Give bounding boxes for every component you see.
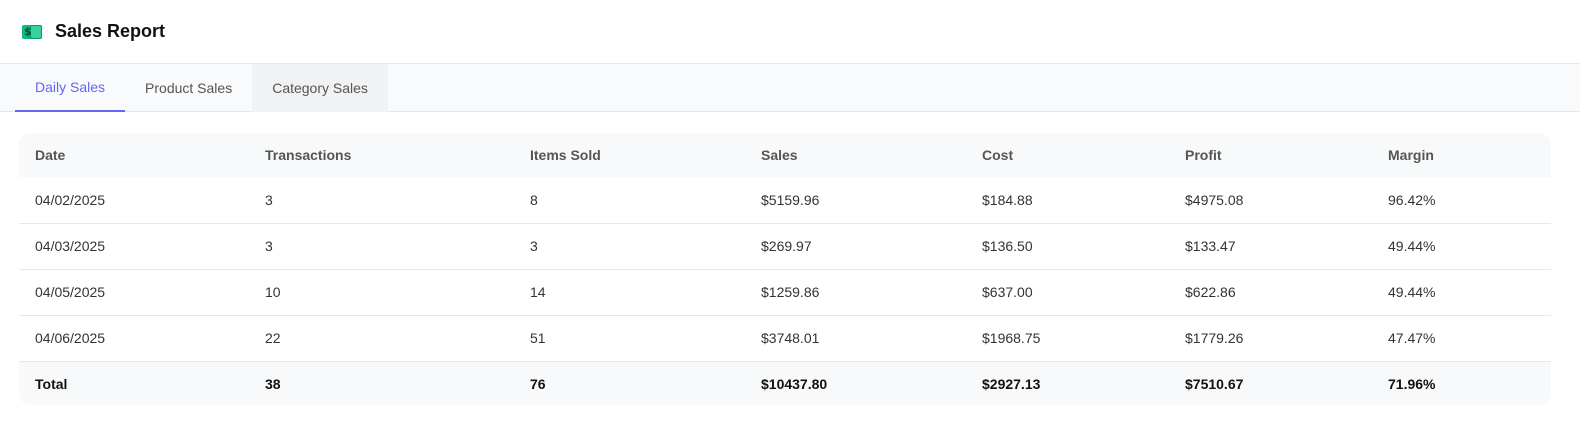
cell-profit: $133.47: [1169, 223, 1372, 270]
app-header: $ Sales Report: [0, 0, 1580, 64]
cell-transactions: 10: [249, 269, 514, 316]
sales-table: Date Transactions Items Sold Sales Cost …: [19, 133, 1551, 405]
cell-sales: $3748.01: [745, 315, 966, 362]
money-icon: $: [22, 23, 42, 41]
cell-profit: $4975.08: [1169, 177, 1372, 224]
total-cost: $2927.13: [966, 361, 1169, 405]
total-transactions: 38: [249, 361, 514, 405]
column-header-margin[interactable]: Margin: [1372, 133, 1551, 177]
column-header-sales[interactable]: Sales: [745, 133, 966, 177]
total-label: Total: [19, 361, 249, 405]
cell-cost: $1968.75: [966, 315, 1169, 362]
cell-profit: $1779.26: [1169, 315, 1372, 362]
cell-profit: $622.86: [1169, 269, 1372, 316]
table-row: 04/05/2025 10 14 $1259.86 $637.00 $622.8…: [19, 269, 1551, 316]
table-row: 04/02/2025 3 8 $5159.96 $184.88 $4975.08…: [19, 177, 1551, 224]
table-header-row: Date Transactions Items Sold Sales Cost …: [19, 133, 1551, 177]
tab-product-sales[interactable]: Product Sales: [125, 64, 252, 112]
cell-sales: $269.97: [745, 223, 966, 270]
cell-transactions: 3: [249, 177, 514, 224]
tab-bar: Daily Sales Product Sales Category Sales: [0, 64, 1580, 112]
cell-sales: $5159.96: [745, 177, 966, 224]
cell-items-sold: 3: [514, 223, 745, 270]
cell-cost: $136.50: [966, 223, 1169, 270]
cell-date: 04/05/2025: [19, 269, 249, 316]
table-row: 04/03/2025 3 3 $269.97 $136.50 $133.47 4…: [19, 223, 1551, 270]
total-margin: 71.96%: [1372, 361, 1551, 405]
column-header-date[interactable]: Date: [19, 133, 249, 177]
total-sales: $10437.80: [745, 361, 966, 405]
sales-table-card: Date Transactions Items Sold Sales Cost …: [19, 133, 1551, 405]
cell-margin: 96.42%: [1372, 177, 1551, 224]
cell-margin: 49.44%: [1372, 269, 1551, 316]
column-header-items-sold[interactable]: Items Sold: [514, 133, 745, 177]
cell-items-sold: 8: [514, 177, 745, 224]
cell-sales: $1259.86: [745, 269, 966, 316]
cell-cost: $184.88: [966, 177, 1169, 224]
tab-daily-sales[interactable]: Daily Sales: [15, 64, 126, 112]
cell-cost: $637.00: [966, 269, 1169, 316]
cell-items-sold: 51: [514, 315, 745, 362]
column-header-cost[interactable]: Cost: [966, 133, 1169, 177]
total-items-sold: 76: [514, 361, 745, 405]
total-profit: $7510.67: [1169, 361, 1372, 405]
column-header-transactions[interactable]: Transactions: [249, 133, 514, 177]
page-title: Sales Report: [55, 21, 166, 41]
tab-category-sales[interactable]: Category Sales: [252, 64, 388, 112]
cell-margin: 47.47%: [1372, 315, 1551, 362]
cell-date: 04/06/2025: [19, 315, 249, 362]
cell-margin: 49.44%: [1372, 223, 1551, 270]
cell-date: 04/02/2025: [19, 177, 249, 224]
cell-transactions: 3: [249, 223, 514, 270]
cell-date: 04/03/2025: [19, 223, 249, 270]
table-total-row: Total 38 76 $10437.80 $2927.13 $7510.67 …: [19, 361, 1551, 405]
column-header-profit[interactable]: Profit: [1169, 133, 1372, 177]
cell-transactions: 22: [249, 315, 514, 362]
table-row: 04/06/2025 22 51 $3748.01 $1968.75 $1779…: [19, 315, 1551, 362]
cell-items-sold: 14: [514, 269, 745, 316]
